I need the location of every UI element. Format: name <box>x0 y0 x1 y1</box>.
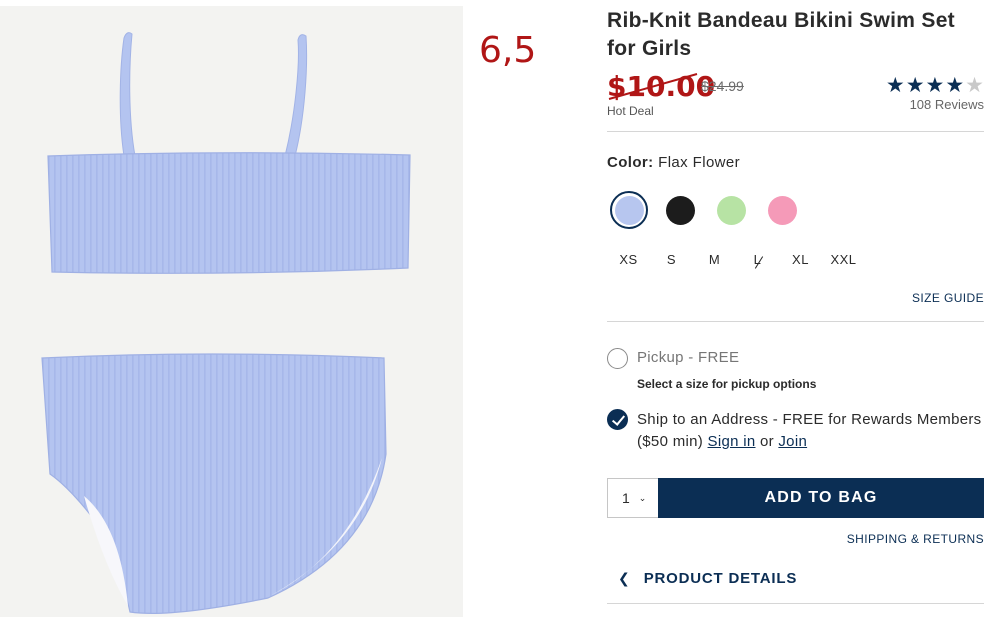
size-xs[interactable]: XS <box>607 252 650 267</box>
pickup-radio[interactable] <box>607 348 628 369</box>
swatch-green[interactable] <box>712 191 750 229</box>
swatch-color <box>665 195 695 225</box>
product-title: Rib-Knit Bandeau Bikini Swim Set for Gir… <box>607 9 955 60</box>
star-icon: ★ <box>945 73 965 97</box>
size-xl[interactable]: XL <box>779 252 822 267</box>
quantity-select[interactable]: 1 ⌄ <box>607 478 659 518</box>
hot-deal-label: Hot Deal <box>607 104 654 118</box>
shipping-returns-link[interactable]: SHIPPING & RETURNS <box>847 532 984 546</box>
product-details-toggle[interactable]: ❮ PRODUCT DETAILS <box>618 570 797 587</box>
add-to-bag-button[interactable]: ADD TO BAG <box>658 478 984 518</box>
annotation-label: 6,5 <box>479 30 537 71</box>
chevron-left-icon: ❮ <box>618 570 630 587</box>
size-s[interactable]: S <box>650 252 693 267</box>
product-info-panel: Rib-Knit Bandeau Bikini Swim Set for Gir… <box>607 0 984 617</box>
star-rating: ★ ★ ★ ★ ★ <box>886 74 984 96</box>
product-details-label: PRODUCT DETAILS <box>643 570 798 587</box>
swatch-color <box>716 195 746 225</box>
divider <box>607 131 984 132</box>
pickup-note: Select a size for pickup options <box>637 377 817 391</box>
sign-in-link[interactable]: Sign in <box>708 433 756 450</box>
ship-radio-checked[interactable] <box>607 409 628 430</box>
sale-price: $10.00 <box>607 70 716 103</box>
star-icon: ★ <box>905 73 925 97</box>
star-icon: ★ <box>925 73 945 97</box>
quantity-value: 1 <box>622 490 630 506</box>
swatch-black[interactable] <box>661 191 699 229</box>
swatch-flax-flower[interactable] <box>610 191 648 229</box>
size-m[interactable]: M <box>693 252 736 267</box>
selected-color-name: Flax Flower <box>658 154 741 171</box>
reviews-count[interactable]: 108 Reviews <box>886 97 984 112</box>
chevron-down-icon: ⌄ <box>638 492 647 503</box>
product-image[interactable] <box>0 6 463 617</box>
star-icon: ★ <box>885 73 905 97</box>
swatch-pink[interactable] <box>763 191 801 229</box>
color-selection-label: Color: Flax Flower <box>607 154 740 171</box>
size-options: XS S M L XL XXL <box>607 252 865 267</box>
color-swatches <box>610 191 801 229</box>
swatch-color <box>767 195 797 225</box>
join-link[interactable]: Join <box>778 433 807 450</box>
or-text: or <box>755 433 779 450</box>
color-label: Color: <box>607 154 654 171</box>
swatch-color <box>614 195 644 225</box>
original-price: $24.99 <box>701 78 744 94</box>
ship-option-text: Ship to an Address - FREE for Rewards Me… <box>637 409 982 453</box>
size-l-unavailable[interactable]: L <box>736 252 779 267</box>
star-empty-icon: ★ <box>965 73 984 97</box>
divider <box>607 603 984 604</box>
size-guide-link[interactable]: SIZE GUIDE <box>912 291 984 305</box>
size-xxl[interactable]: XXL <box>822 252 865 267</box>
ship-label: Ship to an Address - FREE for Rewards Me… <box>637 411 982 450</box>
rating[interactable]: ★ ★ ★ ★ ★ 108 Reviews <box>886 74 984 112</box>
pickup-label: Pickup - FREE <box>637 349 740 366</box>
divider <box>607 321 984 322</box>
